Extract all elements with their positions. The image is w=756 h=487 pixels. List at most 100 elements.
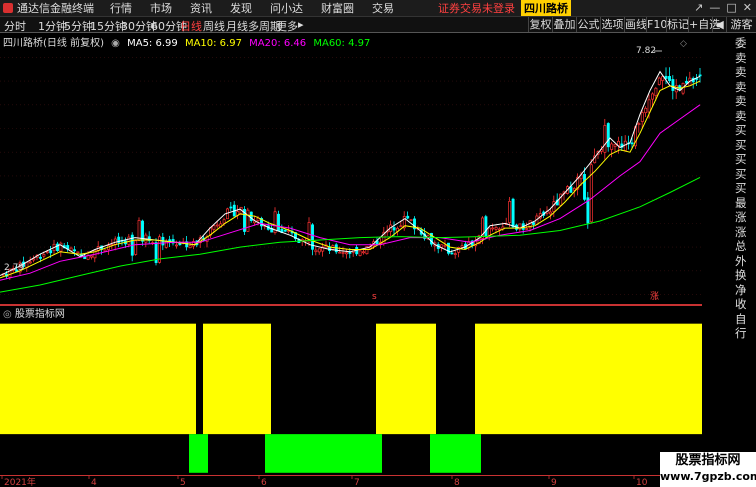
x-tick-label: 8 <box>454 478 460 487</box>
adjust-button[interactable]: 复权 <box>528 17 552 32</box>
quote-panel-item: 换手 <box>735 268 747 282</box>
period-tab-5min[interactable]: 5分钟 <box>64 18 93 32</box>
indicator-chart[interactable]: 1.101.081.061.041.021.000.98 <box>0 305 702 475</box>
candle-up <box>32 258 36 261</box>
share-icon[interactable]: ↗ <box>694 1 703 14</box>
x-axis: 2021年 4 5 6 7 8 9 10 <box>0 475 702 487</box>
candle-up <box>644 107 648 114</box>
login-notice[interactable]: 证券交易未登录 <box>438 0 515 16</box>
period-tab-weekly[interactable]: 周线 <box>203 18 225 32</box>
high-price-label: 7.82 <box>636 46 656 56</box>
x-tick-label: 4 <box>91 478 97 487</box>
candle-down <box>532 222 535 225</box>
candle-up <box>654 87 658 97</box>
candle-down <box>249 211 253 221</box>
candlestick-chart[interactable]: 7.507.006.506.005.505.004.504.003.503.00… <box>0 33 702 305</box>
back-icon[interactable]: ◀ <box>712 17 726 32</box>
minimize-icon[interactable]: — <box>709 1 720 14</box>
legend-settings-icon[interactable]: ◉ <box>111 38 120 49</box>
options-button[interactable]: 选项 <box>600 17 624 32</box>
candle-down <box>283 229 287 232</box>
candle-up <box>640 112 644 122</box>
candle-down <box>511 198 515 228</box>
indicator-green-block <box>430 434 481 473</box>
quote-panel-item: 卖五 <box>735 50 747 65</box>
indicator-close-icon[interactable]: ◎ <box>3 309 12 320</box>
candle-up <box>657 77 661 85</box>
drawline-button[interactable]: 画线 <box>624 17 647 32</box>
indicator-areas <box>0 323 702 473</box>
quote-panel-item: 净资 <box>735 282 747 297</box>
candle-down <box>671 79 675 91</box>
candle-up <box>443 244 447 247</box>
quote-panel-item: 最新 <box>735 195 747 210</box>
candle-down <box>49 250 53 254</box>
candle-up <box>212 225 216 230</box>
quote-panel-item: 卖三 <box>735 79 747 94</box>
candle-up <box>603 125 607 153</box>
period-tab-daily[interactable]: 日线 <box>180 18 202 32</box>
period-tab-intraday[interactable]: 分时 <box>4 18 26 32</box>
candle-up <box>246 209 250 232</box>
candle-down <box>606 123 610 148</box>
x-tick-label: 5 <box>180 478 186 487</box>
candle-up <box>552 201 556 212</box>
formula-button[interactable]: 公式 <box>576 17 600 32</box>
candle-down <box>698 74 702 77</box>
low-price-label: 2.79 <box>4 263 24 273</box>
menu-item-quotes[interactable]: 行情 <box>110 0 132 16</box>
candle-up <box>453 253 457 255</box>
period-tab-1min[interactable]: 1分钟 <box>38 18 67 32</box>
quote-panel: 委比卖五卖四卖三卖二卖一买一买二买三买四买五最新涨跌涨幅总量外盘换手净资收益自动… <box>735 36 756 340</box>
add-favorite-button[interactable]: +自选 <box>688 17 720 32</box>
period-tab-monthly[interactable]: 月线 <box>226 18 248 32</box>
candle-down <box>583 174 586 200</box>
indicator-yellow-block <box>376 323 436 435</box>
menu-item-market[interactable]: 市场 <box>150 0 172 16</box>
menu-bar: 通达信金融终端 行情 市场 资讯 发现 问小达 财富圈 交易 证券交易未登录 四… <box>0 0 756 17</box>
close-icon[interactable]: ✕ <box>743 1 752 14</box>
candle-up <box>440 244 444 248</box>
user-label[interactable]: 游客 <box>726 17 756 32</box>
more-arrow-icon[interactable]: ▸ <box>298 18 304 31</box>
menu-item-news[interactable]: 资讯 <box>190 0 212 16</box>
mark-button[interactable]: 标记 <box>666 17 689 32</box>
candle-down <box>39 256 42 259</box>
f10-button[interactable]: F10 <box>646 17 667 32</box>
candle-up <box>637 123 641 126</box>
quote-panel-item: 买三 <box>735 152 747 166</box>
x-tick-label: 6 <box>261 478 267 487</box>
candle-up <box>42 254 46 257</box>
quote-panel-item: 委比 <box>735 36 747 50</box>
candle-up <box>314 249 318 253</box>
quote-panel-item: 自动 <box>735 311 747 326</box>
candle-down <box>277 213 280 232</box>
candle-up <box>90 255 93 258</box>
candle-down <box>685 80 688 84</box>
period-tab-more[interactable]: 更多 <box>276 18 298 32</box>
candle-up <box>572 188 576 191</box>
expand-icon[interactable]: ◇ <box>680 39 687 49</box>
maximize-icon[interactable]: □ <box>726 1 736 14</box>
menu-item-wealth[interactable]: 财富圈 <box>321 0 354 16</box>
menu-item-ask[interactable]: 问小达 <box>270 0 303 16</box>
stock-name-badge: 四川路桥 <box>521 0 571 16</box>
candle-up <box>399 225 403 228</box>
candle-up <box>651 93 654 100</box>
ma-legend: 四川路桥(日线 前复权) ◉ MA5: 6.99 MA10: 6.97 MA20… <box>3 34 374 49</box>
overlay-button[interactable]: 叠加 <box>552 17 576 32</box>
candle-up <box>338 251 342 254</box>
quote-panel-item: 买二 <box>735 137 747 152</box>
quote-panel-item: 买一 <box>735 123 747 137</box>
limit-up-marker: 涨 <box>650 291 659 302</box>
candle-down <box>392 227 396 231</box>
candle-up <box>188 245 192 249</box>
candle-up <box>613 143 617 147</box>
menu-item-trade[interactable]: 交易 <box>372 0 394 16</box>
app-logo-icon <box>3 3 13 13</box>
s-marker: s <box>372 292 377 302</box>
legend-title: 四川路桥(日线 前复权) <box>3 38 104 49</box>
menu-item-discover[interactable]: 发现 <box>230 0 252 16</box>
candle-up <box>345 252 348 255</box>
candle-up <box>317 248 321 253</box>
